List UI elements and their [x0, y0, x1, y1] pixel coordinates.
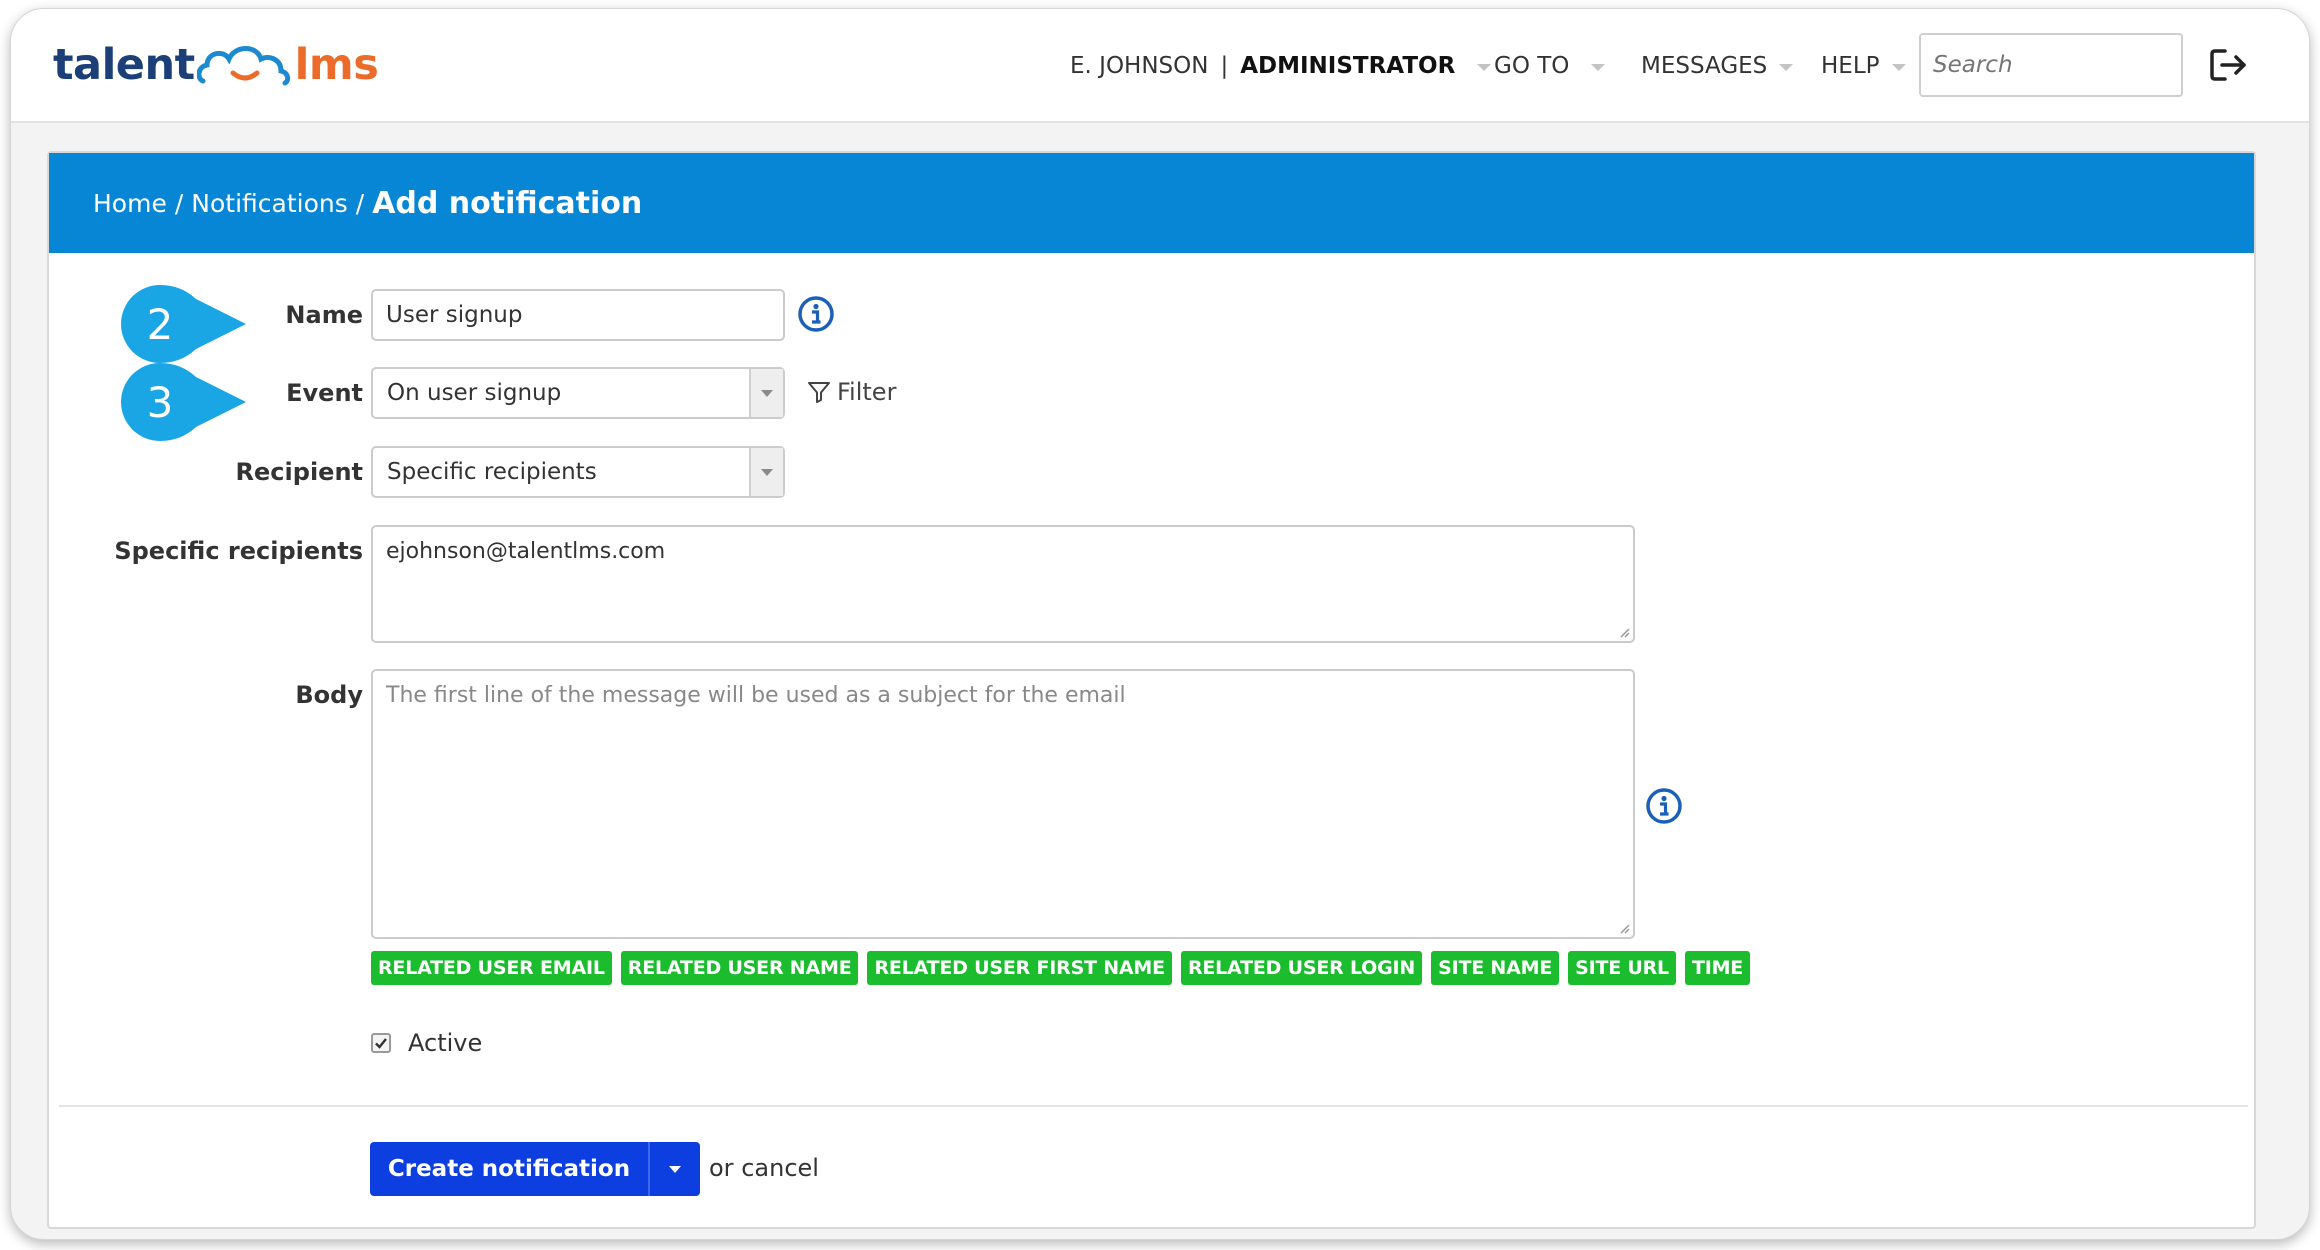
- create-notification-button[interactable]: Create notification: [370, 1142, 650, 1196]
- chevron-down-icon: [1591, 63, 1606, 71]
- recipient-label: Recipient: [235, 458, 363, 486]
- user-menu[interactable]: E. JOHNSON | ADMINISTRATOR: [1070, 9, 1492, 123]
- event-label: Event: [286, 379, 363, 407]
- breadcrumb: Home / Notifications / Add notification: [49, 153, 2254, 253]
- user-role-separator: |: [1220, 53, 1229, 79]
- tag-related-user-first-name[interactable]: RELATED USER FIRST NAME: [867, 951, 1172, 985]
- notification-form-panel: Home / Notifications / Add notification …: [47, 151, 2256, 1229]
- event-select[interactable]: On user signup: [371, 367, 785, 419]
- create-options-dropdown[interactable]: [650, 1142, 700, 1196]
- info-icon[interactable]: [797, 295, 835, 333]
- create-notification-button-group: Create notification: [370, 1142, 700, 1196]
- resize-handle-icon[interactable]: [1618, 922, 1630, 934]
- tag-related-user-email[interactable]: RELATED USER EMAIL: [371, 951, 612, 985]
- name-label: Name: [285, 301, 363, 329]
- chevron-down-icon: [1477, 63, 1492, 71]
- or-label: or: [709, 1154, 734, 1182]
- recipient-select[interactable]: Specific recipients: [371, 446, 785, 498]
- filter-label: Filter: [837, 378, 897, 406]
- page-title: Add notification: [372, 185, 643, 221]
- event-select-value: On user signup: [387, 380, 562, 406]
- info-icon[interactable]: [1645, 787, 1683, 825]
- name-input[interactable]: [371, 289, 785, 341]
- chevron-down-icon: [1779, 63, 1794, 71]
- filter-button[interactable]: Filter: [807, 378, 896, 406]
- specific-recipients-value: ejohnson@talentlms.com: [386, 539, 666, 564]
- tag-site-name[interactable]: SITE NAME: [1431, 951, 1560, 985]
- body-placeholder: The first line of the message will be us…: [386, 683, 1126, 708]
- active-label: Active: [408, 1029, 483, 1057]
- goto-label: GO TO: [1494, 53, 1570, 79]
- talentlms-logo[interactable]: talent lms: [53, 35, 379, 95]
- help-menu[interactable]: HELP: [1821, 9, 1906, 123]
- chevron-down-icon: [1891, 63, 1906, 71]
- chevron-down-icon: [749, 448, 783, 496]
- specific-recipients-label: Specific recipients: [114, 537, 363, 565]
- cloud-smile-icon: [196, 46, 290, 86]
- goto-menu[interactable]: GO TO: [1494, 9, 1606, 123]
- messages-label: MESSAGES: [1641, 53, 1768, 79]
- breadcrumb-home[interactable]: Home: [93, 189, 167, 218]
- breadcrumb-notifications[interactable]: Notifications: [191, 189, 347, 218]
- specific-recipients-textarea[interactable]: ejohnson@talentlms.com: [371, 525, 1635, 643]
- resize-handle-icon[interactable]: [1618, 626, 1630, 638]
- active-checkbox-row[interactable]: Active: [371, 1029, 482, 1057]
- user-role: ADMINISTRATOR: [1240, 53, 1456, 79]
- breadcrumb-separator: /: [355, 188, 365, 218]
- tag-site-url[interactable]: SITE URL: [1568, 951, 1676, 985]
- chevron-down-icon: [749, 369, 783, 417]
- tag-related-user-login[interactable]: RELATED USER LOGIN: [1180, 951, 1423, 985]
- smart-tags: RELATED USER EMAIL RELATED USER NAME REL…: [371, 951, 1751, 985]
- form-divider: [59, 1105, 2248, 1107]
- filter-icon: [808, 382, 830, 403]
- tag-related-user-name[interactable]: RELATED USER NAME: [620, 951, 859, 985]
- messages-menu[interactable]: MESSAGES: [1641, 9, 1794, 123]
- app-window: talent lms E. JOHNSON | ADMINISTRATOR GO…: [10, 8, 2310, 1240]
- cancel-text: or cancel: [709, 1154, 819, 1182]
- logout-icon[interactable]: [2209, 47, 2249, 83]
- active-checkbox[interactable]: [371, 1033, 391, 1053]
- breadcrumb-separator: /: [174, 188, 184, 218]
- help-label: HELP: [1821, 53, 1880, 79]
- top-navigation-bar: talent lms E. JOHNSON | ADMINISTRATOR GO…: [11, 9, 2309, 123]
- recipient-select-value: Specific recipients: [387, 459, 597, 485]
- chevron-down-icon: [669, 1165, 681, 1173]
- cancel-link[interactable]: cancel: [741, 1154, 819, 1182]
- user-name: E. JOHNSON: [1070, 53, 1209, 79]
- search-input[interactable]: [1919, 33, 2183, 97]
- body-label: Body: [295, 681, 363, 709]
- checkmark-icon: [375, 1038, 387, 1049]
- tag-time[interactable]: TIME: [1684, 951, 1751, 985]
- body-textarea[interactable]: The first line of the message will be us…: [371, 669, 1635, 939]
